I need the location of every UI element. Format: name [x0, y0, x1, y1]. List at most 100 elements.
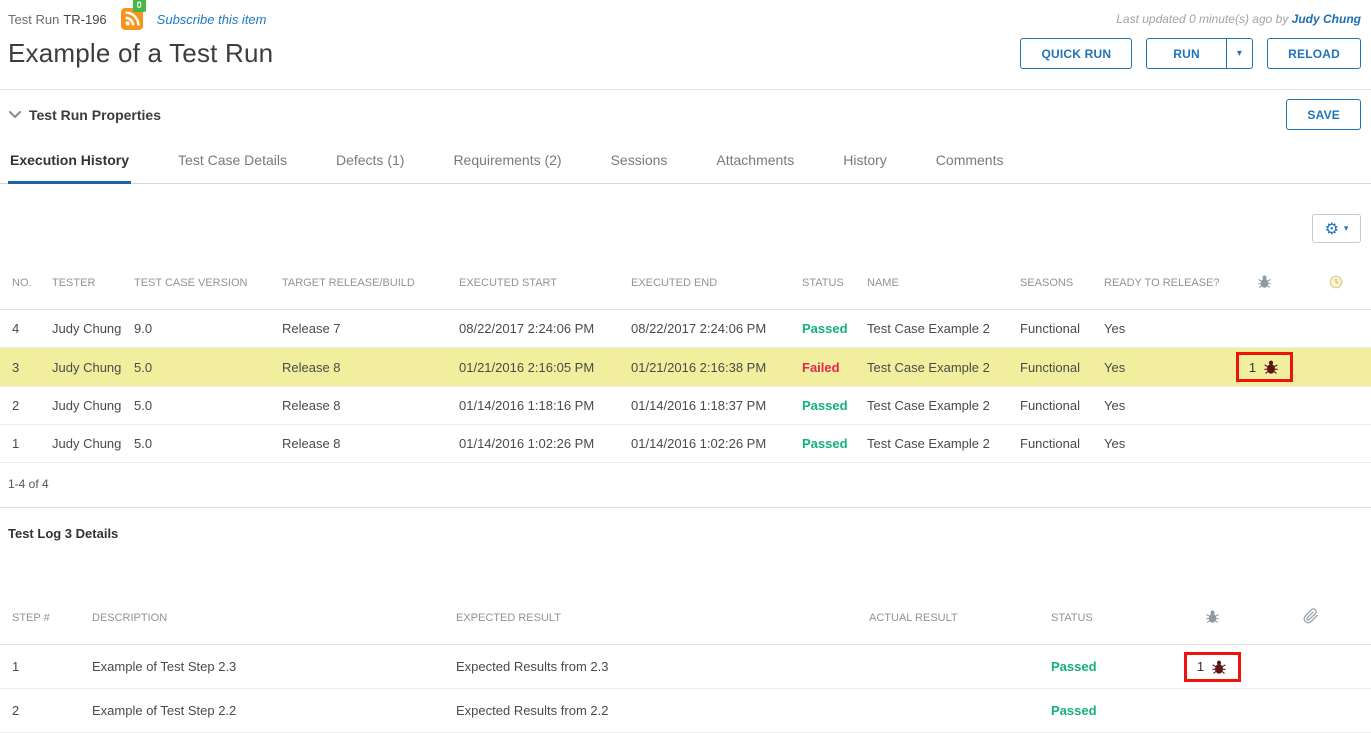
cell-start: 08/22/2017 2:24:06 PM: [453, 310, 625, 348]
cell-no: 2: [0, 387, 46, 425]
cell-ready: Yes: [1098, 425, 1228, 463]
tab-sessions[interactable]: Sessions: [609, 139, 670, 184]
cell-name: Test Case Example 2: [861, 387, 1014, 425]
cell-execution-time: [1301, 425, 1371, 463]
cell-expected: Expected Results from 2.2: [450, 689, 863, 733]
tab-comments[interactable]: Comments: [934, 139, 1006, 184]
table-row[interactable]: 3 Judy Chung 5.0 Release 8 01/21/2016 2:…: [0, 348, 1371, 387]
grid-settings-button[interactable]: ⚙ ▾: [1312, 214, 1361, 243]
cell-no: 3: [0, 348, 46, 387]
test-log-section: Test Log 3 Details STEP # DESCRIPTION EX…: [0, 508, 1371, 733]
col-actual-result: ACTUAL RESULT: [863, 591, 1045, 645]
cell-attachments: [1250, 645, 1371, 689]
reload-button[interactable]: RELOAD: [1267, 38, 1361, 69]
tab-defects[interactable]: Defects (1): [334, 139, 406, 184]
cell-name: Test Case Example 2: [861, 425, 1014, 463]
cell-defects: 1: [1228, 348, 1301, 387]
quick-run-button[interactable]: QUICK RUN: [1020, 38, 1132, 69]
cell-status: Passed: [1045, 689, 1175, 733]
defect-annotation-box: 1: [1184, 652, 1241, 682]
table-row[interactable]: 4 Judy Chung 9.0 Release 7 08/22/2017 2:…: [0, 310, 1371, 348]
save-button[interactable]: SAVE: [1286, 99, 1361, 130]
col-attachments: [1250, 591, 1371, 645]
tab-execution-history[interactable]: Execution History: [8, 139, 131, 184]
col-seasons: SEASONS: [1014, 257, 1098, 310]
cell-status: Passed: [796, 425, 861, 463]
tab-requirements[interactable]: Requirements (2): [451, 139, 563, 184]
cell-status: Passed: [796, 387, 861, 425]
cell-end: 01/14/2016 1:02:26 PM: [625, 425, 796, 463]
run-dropdown-button[interactable]: ▾: [1226, 38, 1253, 69]
table-row[interactable]: 1 Example of Test Step 2.3 Expected Resu…: [0, 645, 1371, 689]
col-no: NO.: [0, 257, 46, 310]
cell-version: 5.0: [128, 425, 276, 463]
execution-history-table: NO. TESTER TEST CASE VERSION TARGET RELE…: [0, 257, 1371, 463]
col-status: STATUS: [796, 257, 861, 310]
subscribe-link[interactable]: Subscribe this item: [157, 12, 267, 27]
cell-step: 2: [0, 689, 86, 733]
item-id: TR-196: [63, 12, 106, 27]
cell-actual: [863, 689, 1045, 733]
cell-seasons: Functional: [1014, 310, 1098, 348]
last-updated-text: Last updated 0 minute(s) ago by: [1116, 12, 1288, 26]
cell-end: 01/14/2016 1:18:37 PM: [625, 387, 796, 425]
cell-defects: 1: [1175, 645, 1250, 689]
cell-start: 01/14/2016 1:18:16 PM: [453, 387, 625, 425]
cell-actual: [863, 645, 1045, 689]
col-name: NAME: [861, 257, 1014, 310]
table-row[interactable]: 2 Example of Test Step 2.2 Expected Resu…: [0, 689, 1371, 733]
clock-icon: [1328, 274, 1344, 290]
cell-tester: Judy Chung: [46, 387, 128, 425]
defect-count: 1: [1249, 360, 1256, 375]
bug-icon: [1256, 273, 1273, 290]
cell-tester: Judy Chung: [46, 310, 128, 348]
cell-execution-time: [1301, 387, 1371, 425]
tab-test-case-details[interactable]: Test Case Details: [176, 139, 289, 184]
cell-tester: Judy Chung: [46, 348, 128, 387]
cell-attachments: [1250, 689, 1371, 733]
caret-down-icon: ▾: [1237, 48, 1242, 59]
table-header-row: NO. TESTER TEST CASE VERSION TARGET RELE…: [0, 257, 1371, 310]
cell-ready: Yes: [1098, 310, 1228, 348]
table-row[interactable]: 2 Judy Chung 5.0 Release 8 01/14/2016 1:…: [0, 387, 1371, 425]
col-ready-to-release: READY TO RELEASE?: [1098, 257, 1228, 310]
cell-step: 1: [0, 645, 86, 689]
cell-description: Example of Test Step 2.3: [86, 645, 450, 689]
run-split-button: RUN ▾: [1146, 38, 1253, 69]
defect-link[interactable]: 1: [1197, 658, 1228, 676]
cell-tester: Judy Chung: [46, 425, 128, 463]
caret-down-icon: ▾: [1344, 224, 1349, 234]
table-row[interactable]: 1 Judy Chung 5.0 Release 8 01/14/2016 1:…: [0, 425, 1371, 463]
defect-annotation-box: 1: [1236, 352, 1293, 382]
cell-execution-time: [1301, 348, 1371, 387]
item-type-label: Test Run: [8, 12, 59, 27]
cell-status: Failed: [796, 348, 861, 387]
grid-toolbar: ⚙ ▾: [0, 184, 1371, 257]
bug-icon: [1262, 358, 1280, 376]
col-target-release: TARGET RELEASE/BUILD: [276, 257, 453, 310]
tab-history[interactable]: History: [841, 139, 889, 184]
tab-attachments[interactable]: Attachments: [714, 139, 796, 184]
properties-section-header: Test Run Properties SAVE: [0, 89, 1371, 139]
properties-collapse-toggle[interactable]: Test Run Properties: [8, 107, 161, 123]
status-badge: Passed: [802, 398, 848, 413]
cell-end: 01/21/2016 2:16:38 PM: [625, 348, 796, 387]
action-buttons: QUICK RUN RUN ▾ RELOAD: [1020, 38, 1361, 69]
test-log-table: STEP # DESCRIPTION EXPECTED RESULT ACTUA…: [0, 591, 1371, 733]
properties-title: Test Run Properties: [29, 107, 161, 123]
cell-execution-time: [1301, 310, 1371, 348]
item-breadcrumb: Test Run TR-196 0 Subscribe this item: [8, 8, 267, 30]
last-updated-user[interactable]: Judy Chung: [1292, 12, 1361, 26]
cell-name: Test Case Example 2: [861, 348, 1014, 387]
rss-feed-button[interactable]: 0: [121, 8, 143, 30]
cell-start: 01/21/2016 2:16:05 PM: [453, 348, 625, 387]
run-button[interactable]: RUN: [1146, 38, 1227, 69]
cell-defects: [1175, 689, 1250, 733]
cell-version: 5.0: [128, 348, 276, 387]
cell-version: 9.0: [128, 310, 276, 348]
chevron-down-icon: [8, 110, 22, 119]
col-test-case-version: TEST CASE VERSION: [128, 257, 276, 310]
defect-link[interactable]: 1: [1249, 358, 1280, 376]
cell-release: Release 8: [276, 387, 453, 425]
col-step: STEP #: [0, 591, 86, 645]
